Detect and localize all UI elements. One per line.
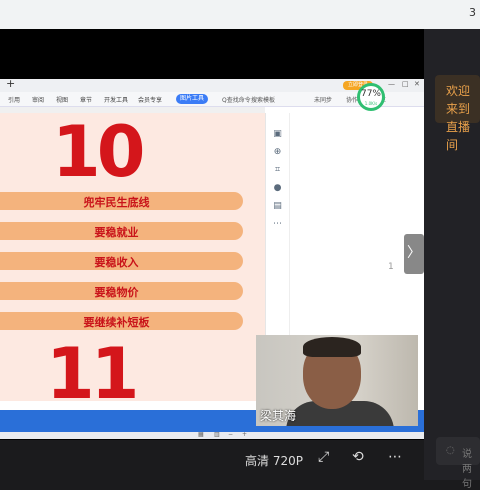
chat-input-placeholder: 说两句	[462, 449, 472, 490]
slide-item-label: 兜牢民生底线	[83, 196, 150, 209]
slide-item-label: 要继续补短板	[83, 316, 150, 329]
slide-item-label: 要稳收入	[94, 256, 139, 269]
image-icon[interactable]: ▣	[272, 129, 283, 140]
speed-gauge: 77% 1.0K/s	[357, 83, 385, 111]
slide-item: 要继续补短板	[0, 312, 243, 330]
slide-number-top: 10	[52, 113, 145, 193]
slide-item-label: 要稳物价	[94, 286, 139, 299]
tab-view[interactable]: 视图	[56, 95, 68, 104]
top-bar-digit: 3	[469, 6, 476, 19]
more-icon[interactable]: ⋯	[272, 219, 283, 230]
slide-item-label: 要稳就业	[94, 226, 139, 239]
slide-item: 要稳收入	[0, 252, 243, 270]
print-icon[interactable]: ▤	[272, 201, 283, 212]
more-icon[interactable]: ⋯	[388, 449, 402, 465]
tab-membership[interactable]: 会员专享	[138, 95, 162, 104]
fullscreen-icon[interactable]: ⤢	[318, 449, 329, 465]
search-template[interactable]: 搜索模板	[251, 95, 275, 104]
view-icon[interactable]: ▦	[198, 431, 204, 438]
next-page-button[interactable]: 〉	[404, 234, 424, 274]
gauge-value: 77%	[360, 89, 381, 99]
quality-selector[interactable]: 高清 720P	[245, 452, 303, 469]
slide-item: 要稳就业	[0, 222, 243, 240]
slide-item: 兜牢民生底线	[0, 192, 243, 210]
slide-page: 10 兜牢民生底线 要稳就业 要稳收入 要稳物价 要继续补短板 11	[0, 113, 265, 401]
sync-status[interactable]: 未同步	[314, 95, 332, 104]
tab-developer[interactable]: 开发工具	[104, 95, 128, 104]
top-bar: 3	[0, 0, 480, 29]
maximize-icon[interactable]: □	[402, 80, 409, 88]
status-bar: ▦ ▥ − +	[0, 431, 424, 439]
zoom-out-icon[interactable]: −	[228, 431, 233, 438]
welcome-message: 欢迎来到直播间	[446, 84, 471, 152]
rotate-icon[interactable]: ⟲	[352, 449, 364, 465]
gauge-sub: 1.0K/s	[364, 101, 378, 106]
tab-references[interactable]: 引用	[8, 95, 20, 104]
new-tab-icon[interactable]: +	[6, 77, 15, 90]
crop-icon[interactable]: ⌗	[272, 165, 283, 176]
speaker-hair	[303, 337, 361, 357]
close-icon[interactable]: ✕	[414, 80, 420, 88]
search-command[interactable]: Q查找命令	[222, 95, 251, 104]
webcam-overlay: 梁其海	[256, 335, 418, 426]
layout-icon[interactable]: ▥	[214, 431, 220, 438]
speaker-name: 梁其海	[260, 409, 297, 423]
minimize-icon[interactable]: —	[388, 80, 395, 88]
tab-review[interactable]: 审阅	[32, 95, 44, 104]
chat-bubble-icon: ◌	[446, 445, 455, 456]
zoom-in-icon[interactable]: +	[242, 431, 247, 438]
slide-number-bottom: 11	[46, 333, 139, 401]
bulb-icon[interactable]: ●	[272, 183, 283, 194]
zoom-icon[interactable]: ⊕	[272, 147, 283, 158]
tab-chapter[interactable]: 章节	[80, 95, 92, 104]
page-indicator: 1	[388, 262, 394, 272]
tab-picture-tools[interactable]: 图片工具	[176, 94, 209, 104]
slide-item: 要稳物价	[0, 282, 243, 300]
